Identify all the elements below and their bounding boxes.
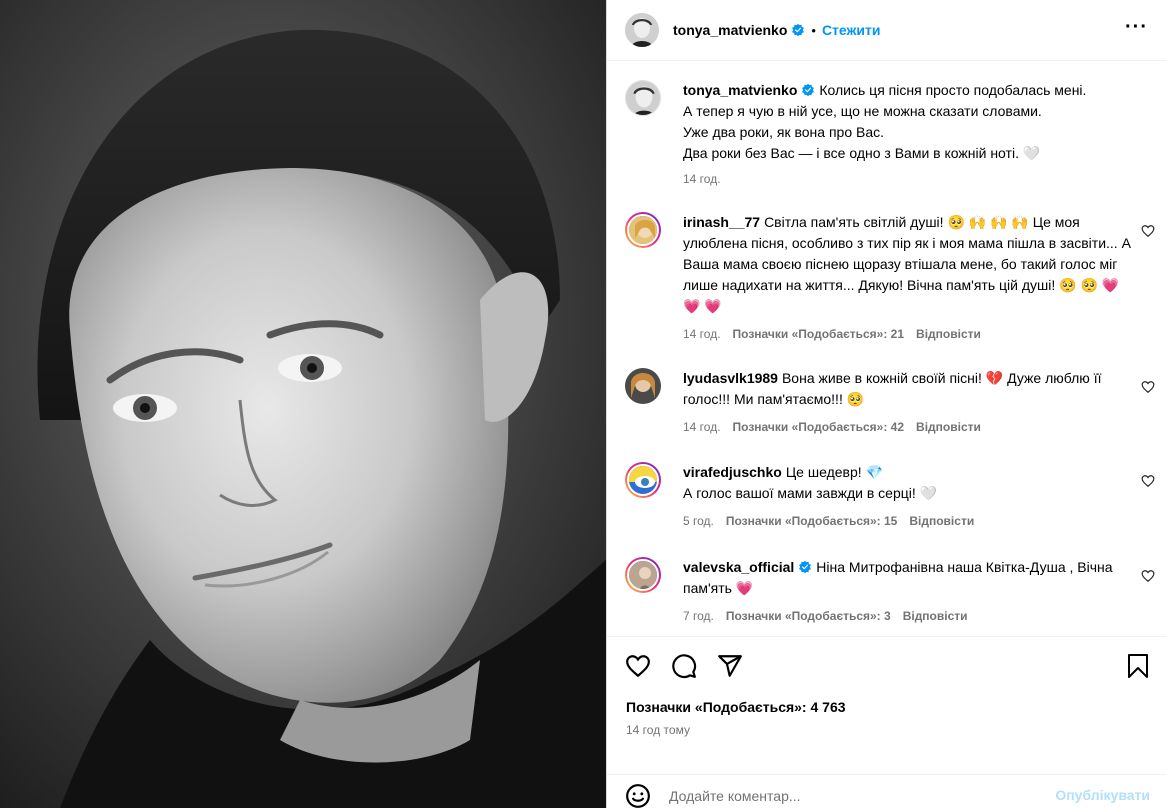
commenter-avatar[interactable]: [625, 368, 661, 404]
comment-username[interactable]: irinash__77: [683, 214, 760, 230]
comment-username[interactable]: valevska_official: [683, 559, 794, 575]
caption-time: 14 год.: [683, 172, 721, 186]
comment-meta: 5 год. Позначки «Подобається»: 15 Відпов…: [683, 514, 1155, 528]
post-time: 14 год тому: [626, 723, 690, 737]
comment-meta: 14 год. Позначки «Подобається»: 21 Відпо…: [683, 327, 1155, 341]
caption-line-2: А тепер я чую в ній усе, що не можна ска…: [683, 103, 1042, 119]
portrait-image: [0, 0, 606, 808]
comment-time: 14 год.: [683, 420, 721, 434]
caption: tonya_matvienko Колись ця пісня просто по…: [625, 80, 1155, 186]
comment-username[interactable]: virafedjuschko: [683, 464, 782, 480]
comment-username[interactable]: lyudasvlk1989: [683, 370, 778, 386]
caption-line-1: Колись ця пісня просто подобалась мені.: [819, 82, 1087, 98]
publish-button[interactable]: Опублікувати: [1055, 787, 1150, 803]
comment-text: irinash__77 Світла пам'ять світлій душі! …: [683, 212, 1131, 317]
comment-input[interactable]: [669, 785, 1039, 807]
comment-heart-icon[interactable]: [1141, 380, 1155, 394]
action-buttons: [625, 653, 743, 679]
comment-time: 5 год.: [683, 514, 714, 528]
likes-count[interactable]: Позначки «Подобається»: 4 763: [626, 699, 846, 715]
more-options-icon[interactable]: ···: [1125, 17, 1148, 37]
comment-message-line-1: Це шедевр! 💎: [785, 464, 883, 480]
comments-list[interactable]: tonya_matvienko Колись ця пісня просто по…: [607, 62, 1166, 634]
reply-button[interactable]: Відповісти: [909, 514, 974, 528]
author-avatar[interactable]: [625, 13, 659, 47]
comment-text: virafedjuschko Це шедевр! 💎 А голос вашої…: [683, 462, 1131, 504]
comment-likes[interactable]: Позначки «Подобається»: 15: [726, 514, 897, 528]
comment-heart-icon[interactable]: [1141, 569, 1155, 583]
commenter-avatar[interactable]: [625, 462, 661, 498]
comment-message-line-2: А голос вашої мами завжди в серці! 🤍: [683, 485, 938, 501]
caption-line-4: Два роки без Вас — і все одно з Вами в к…: [683, 145, 1041, 161]
emoji-icon[interactable]: [625, 783, 651, 808]
share-icon[interactable]: [717, 653, 743, 679]
post-header: tonya_matvienko • Стежити ···: [607, 0, 1166, 61]
comment-item: virafedjuschko Це шедевр! 💎 А голос вашої…: [625, 462, 1155, 528]
comment-item: valevska_official Ніна Митрофанівна наша …: [625, 557, 1155, 623]
comment-meta: 7 год. Позначки «Подобається»: 3 Відпові…: [683, 609, 1155, 623]
comment-text: lyudasvlk1989 Вона живе в кожній своїй пі…: [683, 368, 1131, 410]
comment-likes[interactable]: Позначки «Подобається»: 21: [733, 327, 904, 341]
follow-button[interactable]: Стежити: [822, 22, 881, 38]
author-username[interactable]: tonya_matvienko: [673, 22, 787, 38]
comment-likes[interactable]: Позначки «Подобається»: 42: [733, 420, 904, 434]
separator-dot: •: [811, 22, 816, 38]
verified-badge-icon: [799, 560, 812, 574]
heart-icon[interactable]: [625, 653, 651, 679]
comment-heart-icon[interactable]: [1141, 474, 1155, 488]
verified-badge-icon: [802, 83, 815, 97]
caption-author-avatar[interactable]: [625, 80, 661, 116]
commenter-avatar[interactable]: [625, 212, 661, 248]
reply-button[interactable]: Відповісти: [916, 420, 981, 434]
caption-text: tonya_matvienko Колись ця пісня просто по…: [683, 80, 1153, 164]
reply-button[interactable]: Відповісти: [916, 327, 981, 341]
post-actions: Позначки «Подобається»: 4 763 14 год том…: [607, 636, 1166, 808]
comment-likes[interactable]: Позначки «Подобається»: 3: [726, 609, 891, 623]
post-panel: tonya_matvienko • Стежити ··· tonya_matv…: [607, 0, 1166, 808]
comment-meta: 14 год. Позначки «Подобається»: 42 Відпо…: [683, 420, 1155, 434]
comment-heart-icon[interactable]: [1141, 224, 1155, 238]
post-photo[interactable]: [0, 0, 606, 808]
comment-time: 14 год.: [683, 327, 721, 341]
add-comment-bar: Опублікувати: [607, 774, 1166, 808]
caption-line-3: Уже два роки, як вона про Вас.: [683, 124, 885, 140]
verified-badge-icon: [792, 23, 805, 37]
commenter-avatar[interactable]: [625, 557, 661, 593]
comment-item: irinash__77 Світла пам'ять світлій душі! …: [625, 212, 1155, 341]
comment-time: 7 год.: [683, 609, 714, 623]
bookmark-icon[interactable]: [1126, 653, 1150, 679]
caption-meta: 14 год.: [683, 172, 1155, 186]
caption-username[interactable]: tonya_matvienko: [683, 82, 797, 98]
comment-icon[interactable]: [671, 653, 697, 679]
comment-item: lyudasvlk1989 Вона живе в кожній своїй пі…: [625, 368, 1155, 434]
reply-button[interactable]: Відповісти: [903, 609, 968, 623]
comment-text: valevska_official Ніна Митрофанівна наша …: [683, 557, 1113, 599]
